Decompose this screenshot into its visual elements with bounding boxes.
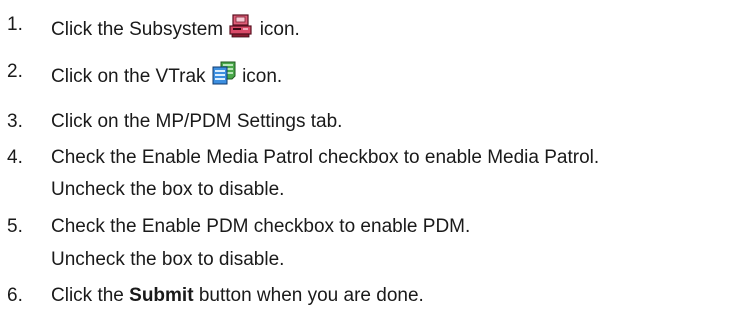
- subsystem-icon: [228, 14, 254, 44]
- step-1: 1. Click the Subsystem icon.: [0, 14, 745, 40]
- step-text: Check the Enable PDM checkbox to enable …: [51, 216, 471, 237]
- step-text: Click on the VTrak icon.: [51, 61, 282, 91]
- step-4: 4. Check the Enable Media Patrol checkbo…: [0, 147, 745, 171]
- submit-label: Submit: [129, 285, 194, 306]
- step-number: 5.: [7, 216, 23, 237]
- vtrak-icon: [211, 61, 237, 91]
- step-text: Click the Submit button when you are don…: [51, 285, 424, 307]
- step-text: Click on the MP/PDM Settings tab.: [51, 111, 343, 132]
- step-text-before: Click the Subsystem: [51, 19, 224, 40]
- step-number: 2.: [7, 61, 23, 82]
- step-text: Click the Subsystem icon.: [51, 14, 300, 44]
- step-3: 3. Click on the MP/PDM Settings tab.: [0, 111, 745, 135]
- step-text-after: button when you are done.: [198, 285, 424, 306]
- step-number: 6.: [7, 285, 23, 306]
- step-text-before: Click on the VTrak: [51, 66, 206, 87]
- step-text-before: Click the: [51, 285, 124, 306]
- step-2: 2. Click on the VTrak icon.: [0, 61, 745, 87]
- step-continuation-text: Uncheck the box to disable.: [51, 249, 285, 270]
- step-text-after: icon.: [259, 19, 300, 40]
- step-text: Check the Enable Media Patrol checkbox t…: [51, 147, 600, 168]
- step-number: 3.: [7, 111, 23, 132]
- step-4-continuation: Uncheck the box to disable.: [0, 179, 745, 203]
- step-number: 1.: [7, 14, 23, 35]
- step-5-continuation: Uncheck the box to disable.: [0, 249, 745, 273]
- step-6: 6. Click the Submit button when you are …: [0, 285, 745, 309]
- step-5: 5. Check the Enable PDM checkbox to enab…: [0, 216, 745, 240]
- step-text-after: icon.: [242, 66, 283, 87]
- step-continuation-text: Uncheck the box to disable.: [51, 179, 285, 200]
- step-number: 4.: [7, 147, 23, 168]
